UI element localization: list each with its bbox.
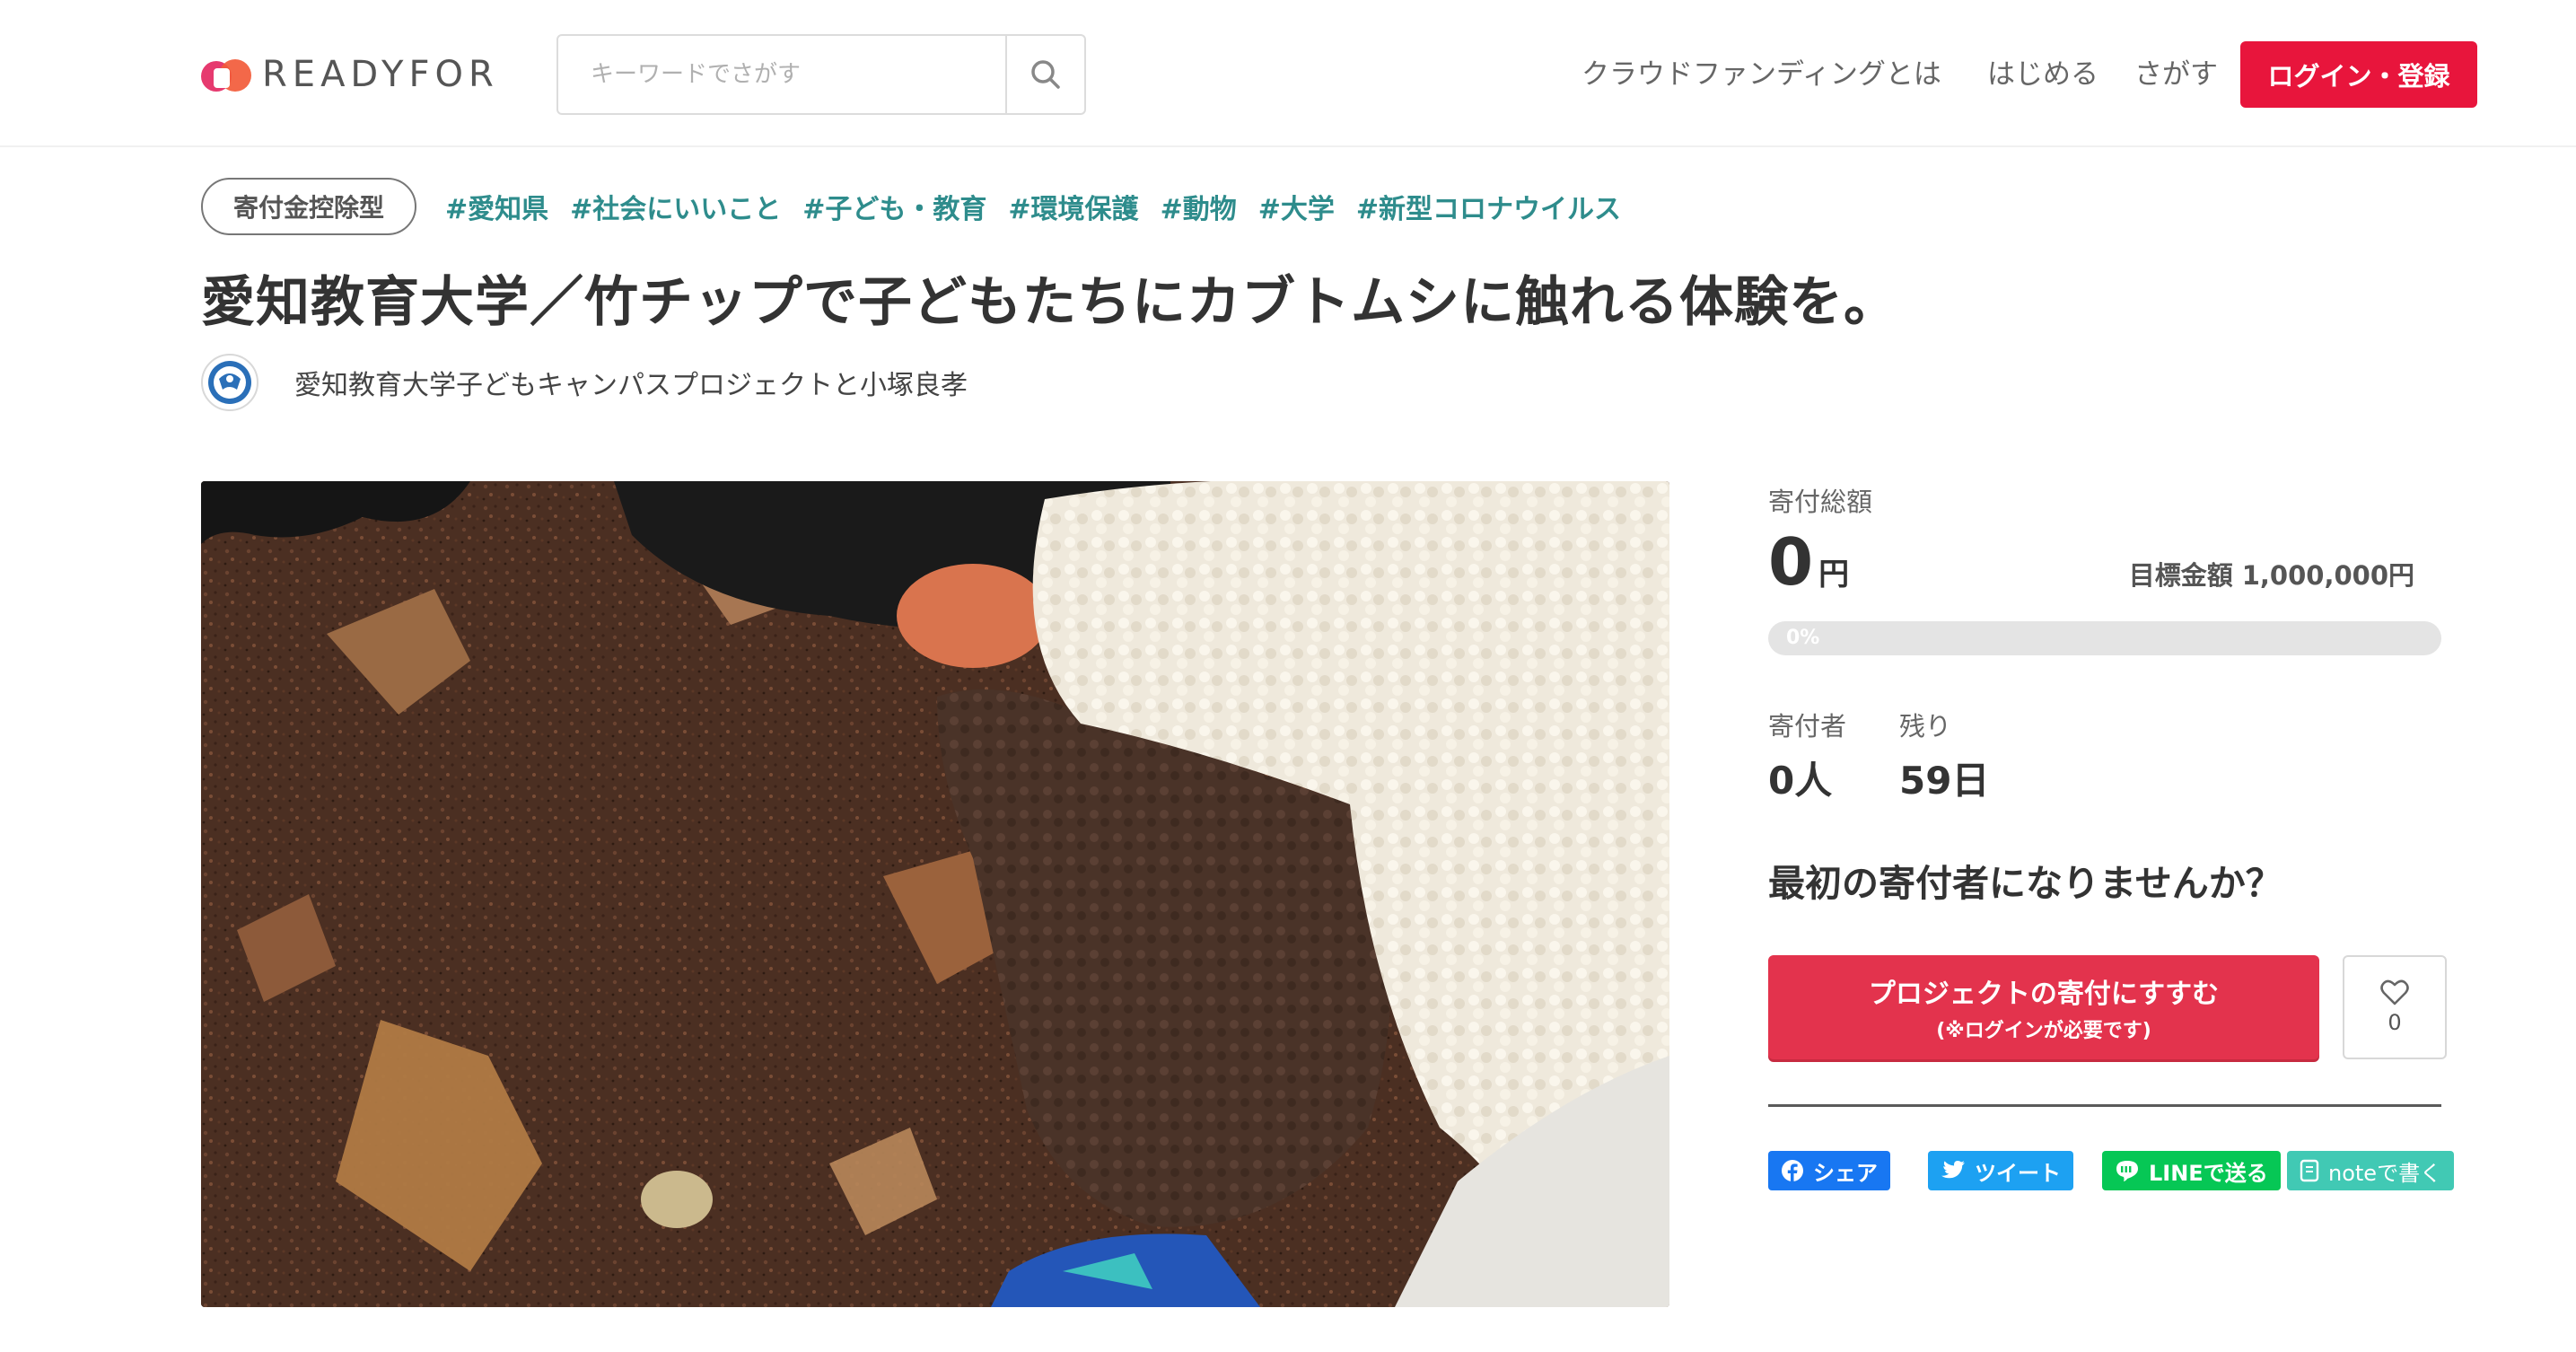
panel-divider <box>1768 1104 2441 1107</box>
donate-button[interactable]: プロジェクトの寄付にすすむ (※ログインが必要です) <box>1768 955 2319 1059</box>
search-icon <box>1031 60 1060 89</box>
facebook-icon <box>1782 1160 1803 1182</box>
tax-deduction-badge: 寄付金控除型 <box>201 178 416 235</box>
tag-link[interactable]: #愛知県 <box>445 187 548 226</box>
progress-percent: 0% <box>1786 627 1820 649</box>
progress-bar: 0% <box>1768 621 2441 655</box>
favorite-button[interactable]: 0 <box>2343 955 2447 1059</box>
tag-link[interactable]: #大学 <box>1258 187 1335 226</box>
remaining-label: 残り <box>1899 711 1952 742</box>
goal-amount: 目標金額 1,000,000円 <box>2129 555 2414 593</box>
tag-link[interactable]: #子ども・教育 <box>802 187 986 226</box>
donors-value: 0人 <box>1768 759 1833 803</box>
note-share-button[interactable]: noteで書く <box>2287 1151 2455 1190</box>
line-share-label: LINEで送る <box>2149 1160 2268 1186</box>
remaining-stat: 残り 59日 <box>1899 706 1989 805</box>
donors-label: 寄付者 <box>1768 711 1847 742</box>
amount-label: 寄付総額 <box>1768 487 1873 517</box>
line-share-button[interactable]: LINEで送る <box>2102 1151 2281 1190</box>
facebook-share-label: シェア <box>1813 1160 1878 1186</box>
first-donor-prompt: 最初の寄付者になりませんか？ <box>1768 862 2282 905</box>
donate-button-note: (※ログインが必要です) <box>1936 1020 2151 1042</box>
owner-name-link[interactable]: 愛知教育大学子どもキャンパスプロジェクトと小塚良孝 <box>294 363 968 402</box>
raised-amount-value: 0 <box>1768 524 1814 600</box>
donate-button-label: プロジェクトの寄付にすすむ <box>1868 979 2220 1010</box>
university-emblem-icon <box>208 361 251 404</box>
owner-avatar[interactable] <box>201 354 258 411</box>
goal-value: 1,000,000円 <box>2241 560 2414 591</box>
heart-icon <box>2380 979 2409 1005</box>
nav-start[interactable]: はじめる <box>1987 52 2098 97</box>
note-share-label: noteで書く <box>2328 1160 2442 1186</box>
nav-about-crowdfunding[interactable]: クラウドファンディングとは <box>1582 52 1941 97</box>
logo-text: READYFOR <box>262 54 499 95</box>
line-icon <box>2116 1161 2138 1181</box>
raised-amount: 0 円 <box>1768 524 1849 600</box>
readyfor-logo[interactable]: READYFOR <box>201 52 499 97</box>
search-input[interactable] <box>558 36 1005 113</box>
raised-amount-unit: 円 <box>1818 557 1850 593</box>
facebook-share-button[interactable]: シェア <box>1768 1151 1890 1190</box>
twitter-share-label: ツイート <box>1975 1160 2061 1186</box>
login-register-button[interactable]: ログイン・登録 <box>2240 41 2477 108</box>
goal-label: 目標金額 <box>2128 560 2233 591</box>
tag-link[interactable]: #新型コロナウイルス <box>1356 187 1621 226</box>
nav-search[interactable]: さがす <box>2134 52 2218 97</box>
project-title: 愛知教育大学／竹チップで子どもたちにカブトムシに触れる体験を。 <box>201 271 1898 334</box>
site-header: READYFOR クラウドファンディングとは はじめる さがす ログイン・登録 <box>0 0 2576 147</box>
search-bar <box>556 34 1086 115</box>
twitter-icon <box>1941 1161 1965 1179</box>
project-owner: 愛知教育大学子どもキャンパスプロジェクトと小塚良孝 <box>201 354 968 411</box>
tag-link[interactable]: #環境保護 <box>1008 187 1138 226</box>
twitter-share-button[interactable]: ツイート <box>1928 1151 2073 1190</box>
child-in-woodchips-photo <box>201 481 1669 1307</box>
tag-link[interactable]: #社会にいいこと <box>570 187 781 226</box>
project-main-image <box>201 481 1669 1307</box>
search-button[interactable] <box>1005 36 1084 113</box>
donors-stat: 寄付者 0人 <box>1768 706 1846 805</box>
remaining-value: 59日 <box>1899 759 1990 803</box>
tag-list: #愛知県 #社会にいいこと #子ども・教育 #環境保護 #動物 #大学 #新型コ… <box>445 183 1643 230</box>
logo-mark-icon <box>201 52 251 97</box>
favorite-count: 0 <box>2388 1010 2402 1035</box>
note-icon <box>2300 1159 2319 1182</box>
tag-link[interactable]: #動物 <box>1161 187 1237 226</box>
